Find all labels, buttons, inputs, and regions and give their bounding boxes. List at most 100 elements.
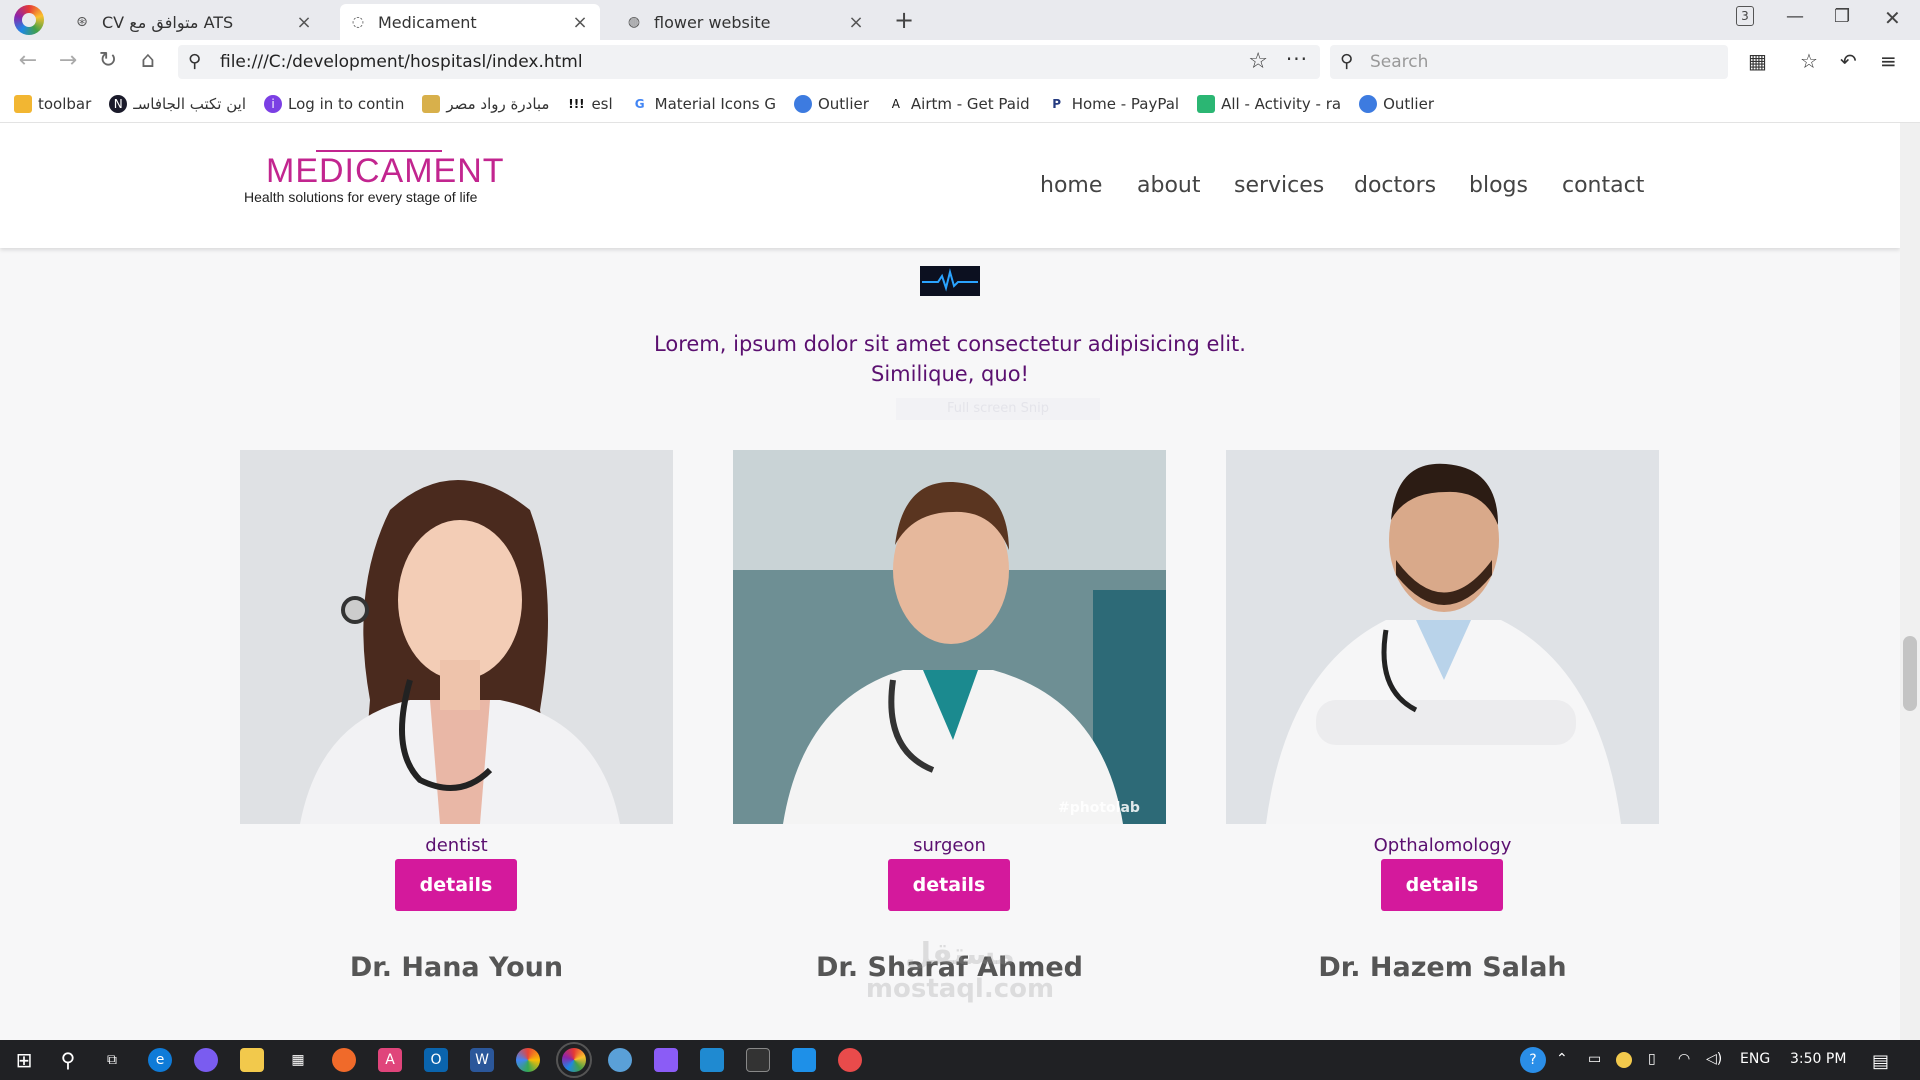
bookmark-item[interactable]: toolbar: [14, 94, 92, 113]
bookmark-item[interactable]: A Airtm - Get Paid: [886, 94, 1030, 113]
browser-active-icon[interactable]: [556, 1042, 592, 1078]
bookmark-item[interactable]: Outlier: [1359, 94, 1434, 113]
battery-icon[interactable]: ▭: [1588, 1051, 1601, 1067]
windows-start-icon[interactable]: ⊞: [12, 1048, 36, 1072]
search-icon[interactable]: ⚲: [56, 1048, 80, 1072]
language-indicator[interactable]: ENG: [1740, 1051, 1770, 1067]
chrome-icon[interactable]: [516, 1048, 540, 1072]
snipping-tool-icon[interactable]: [838, 1048, 862, 1072]
reload-icon[interactable]: ↻: [94, 48, 122, 73]
photo-watermark: #photolab: [1058, 800, 1140, 816]
nav-doctors[interactable]: doctors: [1354, 173, 1436, 198]
bookmark-label: Home - PayPal: [1071, 94, 1180, 113]
outlook-icon[interactable]: O: [424, 1048, 448, 1072]
forward-icon[interactable]: →: [54, 48, 82, 73]
details-button[interactable]: details: [888, 859, 1010, 911]
web-page: MEDICAMENT Health solutions for every st…: [0, 123, 1900, 1040]
file-explorer-icon[interactable]: [240, 1048, 264, 1072]
help-icon[interactable]: ?: [1520, 1047, 1546, 1073]
visual-studio-icon[interactable]: [654, 1048, 678, 1072]
back-icon[interactable]: ←: [14, 48, 42, 73]
terminal-icon[interactable]: [746, 1048, 770, 1072]
globe-icon: ◍: [627, 14, 641, 30]
bookmark-item[interactable]: مبادرة رواد مصر: [422, 94, 549, 113]
notifications-icon[interactable]: ▤: [1872, 1051, 1889, 1072]
address-bar[interactable]: ⚲ file:///C:/development/hospitasl/index…: [178, 45, 1320, 79]
tab-title: Medicament: [378, 12, 477, 32]
favorites-icon[interactable]: ☆: [1800, 49, 1818, 73]
bookmark-item[interactable]: All - Activity - ra: [1197, 94, 1341, 113]
bookmark-label: toolbar: [38, 94, 92, 113]
app-tray-icon[interactable]: [1616, 1052, 1632, 1068]
vscode-icon[interactable]: [792, 1048, 816, 1072]
bookmark-item[interactable]: !!! esl: [567, 94, 613, 113]
grid-icon[interactable]: ▦: [1748, 49, 1767, 73]
minimize-icon[interactable]: —: [1786, 6, 1804, 27]
nav-about[interactable]: about: [1137, 173, 1200, 198]
nav-home[interactable]: home: [1040, 173, 1102, 198]
mostaql-watermark: مستقل mostaql.com: [840, 938, 1080, 1006]
loading-icon: ◌: [351, 14, 365, 30]
browser-logo-icon[interactable]: [14, 5, 44, 35]
store-icon[interactable]: ▦: [286, 1048, 310, 1072]
nav-blogs[interactable]: blogs: [1469, 173, 1528, 198]
bookmark-label: اين تكتب الجافاسـ: [133, 94, 247, 113]
more-icon[interactable]: ···: [1286, 47, 1308, 71]
bookmark-label: Log in to contin: [288, 94, 405, 113]
bookmark-item[interactable]: G Material Icons G: [630, 94, 776, 113]
logo-tagline: Health solutions for every stage of life: [244, 189, 478, 205]
tab-title: CV متوافق مع ATS: [102, 12, 234, 32]
access-icon[interactable]: A: [378, 1048, 402, 1072]
page-scrollbar[interactable]: [1900, 123, 1920, 1040]
tab-medicament[interactable]: ◌ Medicament ×: [340, 4, 600, 40]
close-icon[interactable]: ×: [570, 12, 590, 33]
tab-counter-icon[interactable]: 3: [1736, 6, 1754, 26]
restore-icon[interactable]: ❐: [1834, 6, 1850, 27]
copilot-icon[interactable]: [194, 1048, 218, 1072]
firefox-icon[interactable]: [332, 1048, 356, 1072]
scrollbar-thumb[interactable]: [1903, 636, 1917, 711]
nav-contact[interactable]: contact: [1562, 173, 1644, 198]
address-text: file:///C:/development/hospitasl/index.h…: [220, 52, 583, 72]
edge-icon[interactable]: e: [148, 1048, 172, 1072]
device-icon[interactable]: ▯: [1648, 1051, 1656, 1067]
windows-taskbar: ⊞ ⚲ ⧉ e ▦ A O W ? ⌃ ▭ ▯ ◠ ◁) ENG 3:50 PM…: [0, 1040, 1920, 1080]
bookmark-icon: !!!: [567, 94, 586, 113]
site-logo[interactable]: MEDICAMENT: [266, 152, 505, 191]
doctor-specialty: surgeon: [913, 835, 986, 856]
word-icon[interactable]: W: [470, 1048, 494, 1072]
chevron-up-icon[interactable]: ⌃: [1556, 1051, 1568, 1067]
clock[interactable]: 3:50 PM: [1790, 1051, 1846, 1067]
app-icon[interactable]: [700, 1048, 724, 1072]
menu-icon[interactable]: ≡: [1880, 49, 1897, 73]
search-input[interactable]: ⚲ Search: [1330, 45, 1728, 79]
bookmark-label: esl: [591, 94, 613, 113]
nav-services[interactable]: services: [1234, 173, 1324, 198]
tab-flower-website[interactable]: ◍ flower website ×: [616, 4, 876, 40]
star-icon[interactable]: ☆: [1248, 49, 1268, 74]
home-icon[interactable]: ⌂: [134, 48, 162, 73]
wifi-icon[interactable]: ◠: [1678, 1051, 1690, 1067]
doctor-photo: #photolab: [733, 450, 1166, 824]
close-icon[interactable]: ×: [846, 12, 866, 33]
volume-icon[interactable]: ◁): [1706, 1051, 1722, 1067]
doctor-photo: [240, 450, 673, 824]
nav-bar: ← → ↻ ⌂ ⚲ file:///C:/development/hospita…: [0, 40, 1920, 85]
folder-icon: [14, 94, 32, 113]
bookmark-item[interactable]: i Log in to contin: [264, 94, 405, 113]
doctor-name: Dr. Hana Youn: [349, 952, 564, 983]
new-tab-icon[interactable]: +: [894, 6, 914, 34]
undo-icon[interactable]: ↶: [1840, 49, 1857, 73]
activity-icon: [1197, 94, 1216, 113]
details-button[interactable]: details: [395, 859, 517, 911]
task-view-icon[interactable]: ⧉: [100, 1048, 124, 1072]
app-icon[interactable]: [608, 1048, 632, 1072]
bookmark-item[interactable]: N اين تكتب الجافاسـ: [109, 94, 247, 113]
close-icon[interactable]: ×: [294, 12, 314, 33]
bookmark-item[interactable]: Outlier: [793, 94, 869, 113]
bookmark-item[interactable]: P Home - PayPal: [1047, 94, 1180, 113]
details-button[interactable]: details: [1381, 859, 1503, 911]
tab-cv[interactable]: ⊛ CV متوافق مع ATS ×: [64, 4, 324, 40]
close-window-icon[interactable]: ✕: [1884, 6, 1901, 30]
section-intro: Lorem, ipsum dolor sit amet consectetur …: [0, 329, 1900, 389]
